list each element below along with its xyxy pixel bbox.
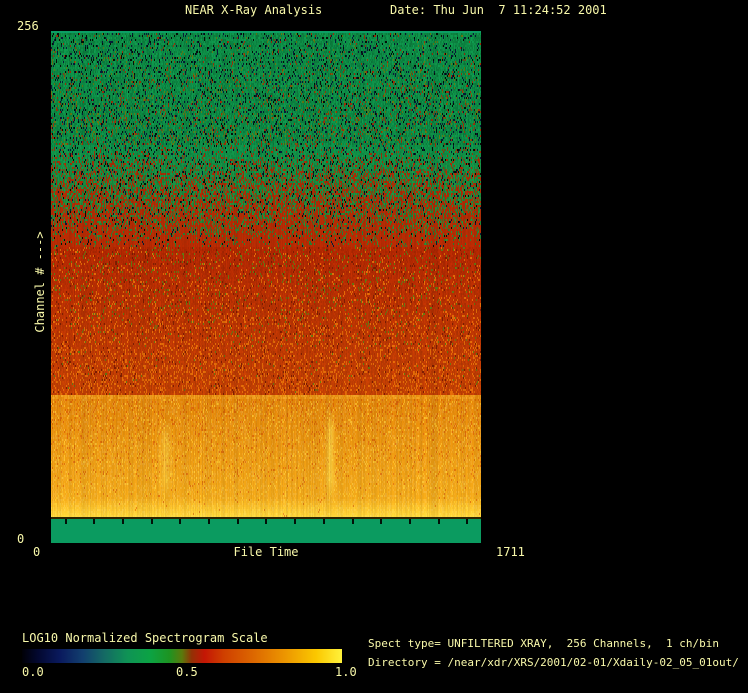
colorbar-tick-0: 0.0 <box>22 665 44 679</box>
y-axis-title: Channel # ---> <box>33 231 47 333</box>
colorbar-gradient <box>22 649 342 663</box>
colorbar-tick-0_5: 0.5 <box>176 665 198 679</box>
x-axis-min-label: 0 <box>33 545 41 559</box>
y-axis-min-label: 0 <box>17 532 25 546</box>
x-axis-title: File Time <box>233 545 299 559</box>
colorbar-title: LOG10 Normalized Spectrogram Scale <box>22 631 268 645</box>
near-xray-analysis-window: NEAR X-Ray Analysis Date: Thu Jun 7 11:2… <box>0 0 748 693</box>
directory-line: Directory = /near/xdr/XRS/2001/02-01/Xda… <box>368 656 739 669</box>
spect-type-line: Spect type= UNFILTERED XRAY, 256 Channel… <box>368 637 719 650</box>
x-axis-max-label: 1711 <box>496 545 525 559</box>
colorbar-tick-1: 1.0 <box>335 665 357 679</box>
spectrogram-canvas <box>51 31 481 543</box>
y-axis-max-label: 256 <box>17 19 39 33</box>
date-label: Date: Thu Jun 7 11:24:52 2001 <box>390 3 607 17</box>
page-title: NEAR X-Ray Analysis <box>185 3 323 17</box>
